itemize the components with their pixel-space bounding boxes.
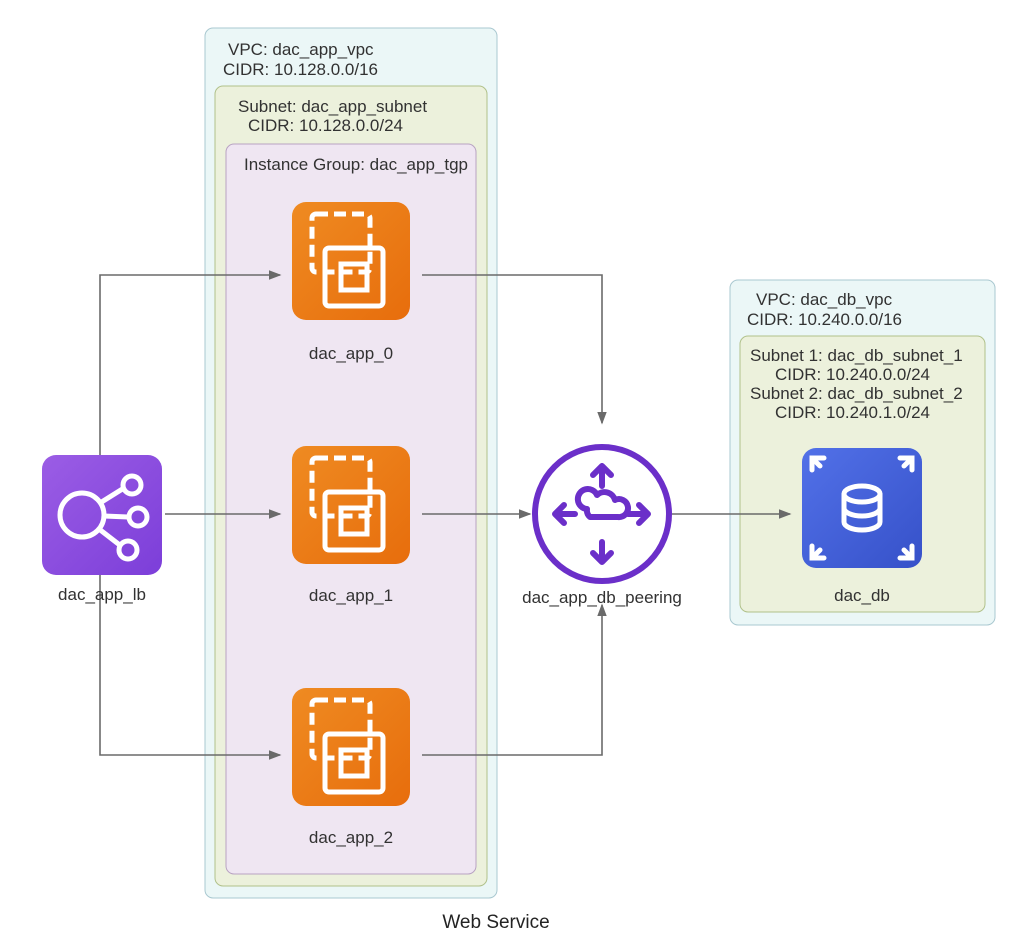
vpc-db-name: VPC: dac_db_vpc [756, 290, 893, 309]
node-app0-label: dac_app_0 [309, 344, 393, 363]
subnet-db-1-name: Subnet 1: dac_db_subnet_1 [750, 346, 963, 365]
node-lb: dac_app_lb [42, 455, 162, 604]
vpc-app-name: VPC: dac_app_vpc [228, 40, 374, 59]
node-peering: dac_app_db_peering [522, 447, 682, 607]
subnet-app-cidr: CIDR: 10.128.0.0/24 [248, 116, 403, 135]
vpc-app-cidr: CIDR: 10.128.0.0/16 [223, 60, 378, 79]
node-app1-label: dac_app_1 [309, 586, 393, 605]
subnet-db-2-name: Subnet 2: dac_db_subnet_2 [750, 384, 963, 403]
subnet-db-2-cidr: CIDR: 10.240.1.0/24 [775, 403, 930, 422]
node-lb-label: dac_app_lb [58, 585, 146, 604]
diagram-title: Web Service [442, 912, 549, 933]
node-app2-label: dac_app_2 [309, 828, 393, 847]
node-peering-label: dac_app_db_peering [522, 588, 682, 607]
instance-group-label: Instance Group: dac_app_tgp [244, 155, 468, 174]
subnet-app-name: Subnet: dac_app_subnet [238, 97, 427, 116]
architecture-diagram: VPC: dac_app_vpc CIDR: 10.128.0.0/16 Sub… [0, 0, 1032, 946]
vpc-db-cidr: CIDR: 10.240.0.0/16 [747, 310, 902, 329]
node-db-label: dac_db [834, 586, 890, 605]
subnet-db-1-cidr: CIDR: 10.240.0.0/24 [775, 365, 930, 384]
